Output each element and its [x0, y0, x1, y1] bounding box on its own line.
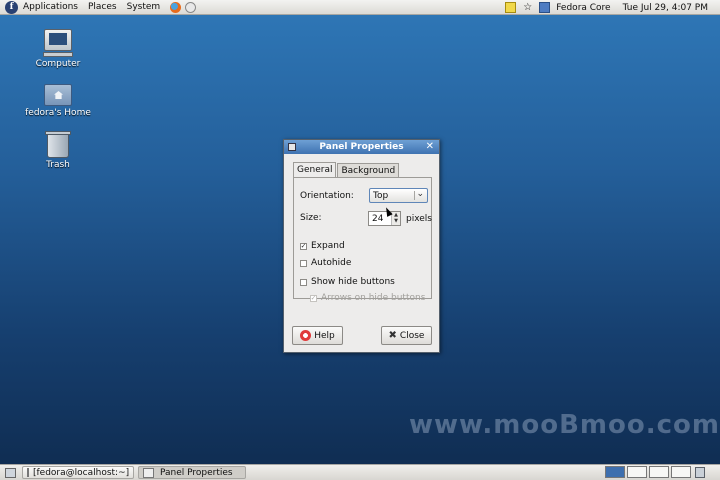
system-menu[interactable]: System — [127, 2, 161, 12]
desktop-icon-computer[interactable]: Computer — [23, 29, 93, 69]
places-menu[interactable]: Places — [88, 2, 117, 12]
tab-general[interactable]: General — [293, 162, 337, 178]
fedora-logo-icon[interactable]: f — [5, 0, 18, 14]
desktop-icon-trash[interactable]: Trash — [23, 131, 93, 170]
firefox-launcher-icon[interactable] — [170, 1, 182, 13]
taskbar-item-terminal[interactable]: [fedora@localhost:~] — [22, 466, 134, 479]
terminal-icon — [27, 468, 29, 477]
show-hide-buttons-checkbox[interactable] — [300, 278, 307, 286]
window-menu-icon[interactable] — [288, 143, 296, 151]
expand-label: Expand — [311, 241, 345, 251]
help-button[interactable]: Help — [292, 326, 343, 345]
desktop-icon-label: Trash — [46, 160, 70, 170]
network-icon[interactable] — [539, 2, 551, 13]
applications-menu[interactable]: Applications — [23, 2, 78, 12]
expand-checkbox-row[interactable]: ✓ Expand — [300, 241, 345, 251]
close-button-label: Close — [399, 330, 425, 341]
bottom-panel: [fedora@localhost:~] Panel Properties — [0, 464, 720, 480]
panel-icon — [143, 467, 154, 478]
autohide-checkbox-row[interactable]: Autohide — [300, 258, 351, 268]
orientation-combo[interactable]: Top ⌄ — [369, 188, 428, 203]
arrows-on-hide-buttons-checkbox: ✓ — [310, 293, 317, 302]
window-close-icon[interactable]: ✕ — [426, 141, 434, 152]
star-icon[interactable]: ☆ — [522, 2, 533, 13]
taskbar-item-label: Panel Properties — [160, 467, 233, 478]
arrows-on-hide-buttons-row: ✓ Arrows on hide buttons — [310, 293, 425, 303]
home-folder-icon — [44, 84, 72, 106]
computer-icon — [23, 29, 93, 57]
lifebuoy-icon — [300, 330, 312, 341]
orientation-value: Top — [373, 190, 389, 201]
chevron-down-icon: ⌄ — [416, 189, 424, 199]
workspace-2[interactable] — [627, 466, 647, 478]
panel-properties-dialog: Panel Properties ✕ General Background Or… — [283, 139, 440, 353]
general-tab-page: Orientation: Top ⌄ Size: 24 ▲ ▼ pixels ✓ … — [293, 177, 432, 303]
arrows-on-hide-buttons-label: Arrows on hide buttons — [321, 293, 426, 303]
desktop-icon-home[interactable]: fedora's Home — [23, 84, 93, 118]
size-value: 24 — [372, 213, 384, 224]
taskbar-item-label: [fedora@localhost:~] — [33, 467, 130, 478]
show-hide-buttons-label: Show hide buttons — [311, 277, 395, 287]
hostname-label: Fedora Core — [556, 2, 611, 13]
trash-icon — [45, 131, 71, 158]
tab-background[interactable]: Background — [337, 163, 400, 178]
taskbar-item-panel-properties[interactable]: Panel Properties — [138, 466, 246, 479]
mail-launcher-icon[interactable] — [185, 1, 197, 13]
size-spinbutton[interactable]: 24 ▲ ▼ — [368, 211, 401, 226]
watermark: www.mooBmoo.com — [409, 410, 720, 440]
trash-applet-icon[interactable] — [695, 467, 705, 478]
size-unit-label: pixels — [406, 214, 432, 224]
dialog-title: Panel Properties — [319, 142, 404, 152]
desktop-icon-label: Computer — [35, 59, 81, 69]
top-panel: f Applications Places System ☆ Fedora Co… — [0, 0, 720, 15]
autohide-checkbox[interactable] — [300, 259, 307, 267]
notes-icon[interactable] — [505, 2, 517, 13]
clock[interactable]: Tue Jul 29, 4:07 PM — [623, 3, 708, 13]
autohide-label: Autohide — [311, 258, 352, 268]
show-desktop-icon[interactable] — [5, 467, 16, 478]
expand-checkbox[interactable]: ✓ — [300, 242, 307, 250]
workspace-4[interactable] — [671, 466, 691, 478]
close-icon: ✖ — [388, 330, 397, 341]
desktop-icon-label: fedora's Home — [25, 108, 91, 118]
size-label: Size: — [300, 213, 322, 223]
orientation-label: Orientation: — [300, 191, 354, 201]
show-hide-buttons-row[interactable]: Show hide buttons — [300, 277, 395, 287]
close-button[interactable]: ✖ Close — [381, 326, 432, 345]
workspace-3[interactable] — [649, 466, 669, 478]
help-button-label: Help — [314, 330, 335, 341]
dialog-titlebar[interactable]: Panel Properties ✕ — [284, 140, 439, 154]
workspace-1[interactable] — [605, 466, 625, 478]
